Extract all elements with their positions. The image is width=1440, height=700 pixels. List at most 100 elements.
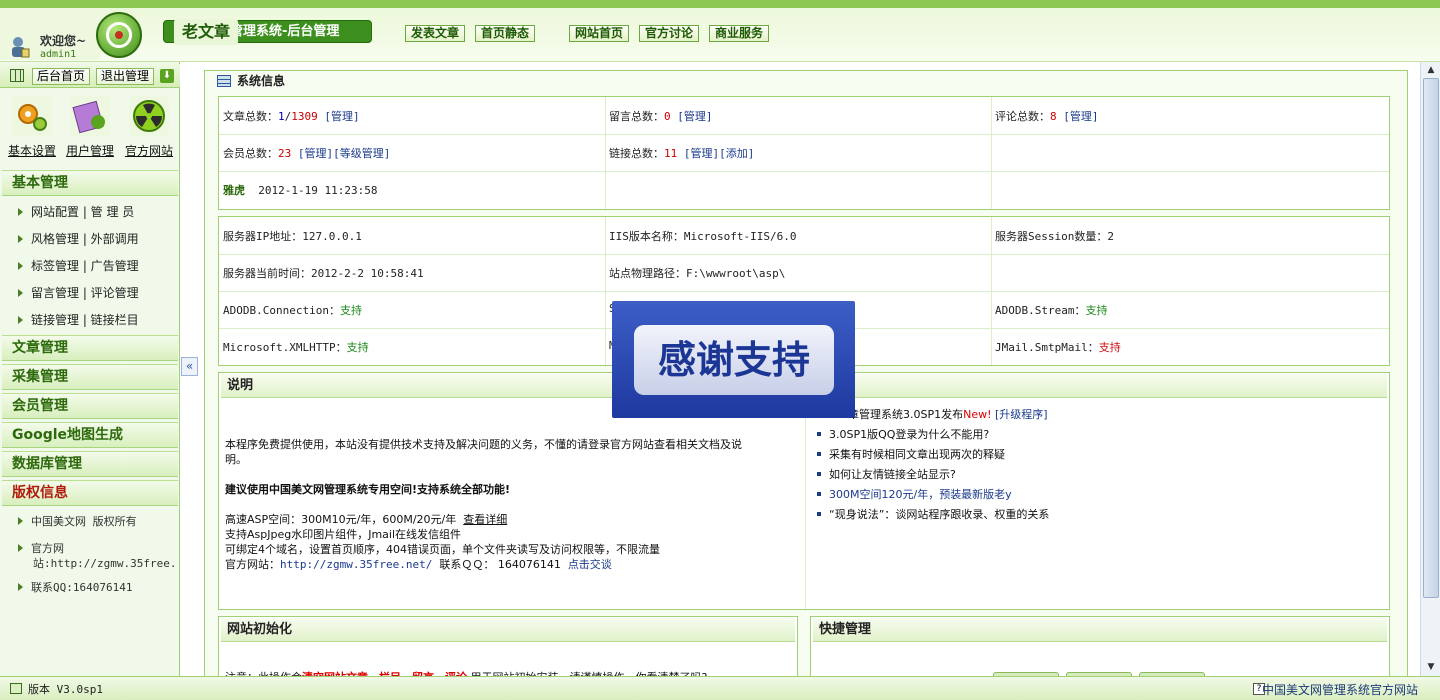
- section-copyright-info[interactable]: 版权信息: [2, 480, 178, 506]
- grid-icon: [10, 69, 24, 82]
- nav-publish-article[interactable]: 发表文章: [405, 25, 465, 42]
- message-count: 留言总数：0 [管理]: [609, 110, 713, 123]
- table-icon: [217, 75, 231, 87]
- view-details-link[interactable]: 查看详细: [463, 513, 507, 526]
- comment-manage-link[interactable]: [管理]: [1063, 110, 1098, 123]
- section-article-management[interactable]: 文章管理: [2, 335, 178, 361]
- sidebar-item-style[interactable]: 风格管理 | 外部调用: [18, 230, 139, 247]
- adodb-connection: ADODB.Connection：支持: [223, 304, 362, 317]
- comment-count: 评论总数：8 [管理]: [995, 110, 1099, 123]
- copyright-site-url: 站:http://zgmw.35free.net: [33, 557, 177, 570]
- news-item[interactable]: “现身说法”：谈网站程序跟收录、权重的关系: [817, 506, 1049, 522]
- click-chat-link[interactable]: 点击交谈: [568, 558, 612, 571]
- welcome-panel: 欢迎您~ admin1: [0, 8, 100, 60]
- iis-version: IIS版本名称：Microsoft-IIS/6.0: [609, 230, 797, 243]
- user-icon: [12, 37, 30, 58]
- scroll-thumb[interactable]: [1423, 78, 1439, 598]
- jmail: JMail.SmtpMail：支持: [995, 341, 1121, 354]
- message-manage-link[interactable]: [管理]: [677, 110, 712, 123]
- arrow-right-icon: [18, 207, 23, 216]
- quick-management-title: 快捷管理: [813, 618, 1387, 642]
- news-item[interactable]: 章管理系统3.0SP1发布New! [升级程序]: [848, 406, 1048, 422]
- top-header: 欢迎您~ admin1 管理系统-后台管理 老文章 发表文章 首页静态 网站首页…: [0, 0, 1440, 62]
- sidebar-item-messages[interactable]: 留言管理 | 评论管理: [18, 284, 139, 301]
- server-time: 服务器当前时间：2012-2-2 10:58:41: [223, 267, 424, 280]
- member-manage-link[interactable]: [管理][等级管理]: [298, 147, 391, 160]
- arrow-right-icon: [18, 315, 23, 324]
- quick-user-management[interactable]: 用户管理: [66, 142, 114, 159]
- logout-button[interactable]: 退出管理: [96, 68, 154, 85]
- notice-domains: 可绑定4个域名，设置首页顺序，404错误页面，单个文件夹读写及访问权限等，不限流…: [225, 543, 660, 556]
- link-manage-link[interactable]: [管理][添加]: [684, 147, 755, 160]
- news-list: 章管理系统3.0SP1发布New! [升级程序] 3.0SP1版QQ登录为什么不…: [811, 399, 1387, 609]
- news-item[interactable]: 3.0SP1版QQ登录为什么不能用?: [817, 426, 989, 442]
- arrow-right-icon: [18, 517, 23, 525]
- notice-hosting: 高速ASP空间：300M10元/年，600M/20元/年 查看详细: [225, 513, 508, 526]
- member-count: 会员总数：23 [管理][等级管理]: [223, 147, 391, 160]
- stats-box: 文章总数：1/1309 [管理] 留言总数：0 [管理] 评论总数：8 [管理]…: [218, 96, 1390, 210]
- sidebar-item-site-config[interactable]: 网站配置 | 管 理 员: [18, 203, 134, 220]
- scroll-up-icon[interactable]: ▲: [1423, 63, 1439, 77]
- official-url-link[interactable]: http://zgmw.35free.net/: [280, 558, 432, 571]
- notice-official: 官方网站：http://zgmw.35free.net/ 联系ＱＱ： 16407…: [225, 558, 612, 571]
- link-count: 链接总数：11 [管理][添加]: [609, 147, 755, 160]
- section-member-management[interactable]: 会员管理: [2, 393, 178, 419]
- copyright-qq: 联系QQ:164076141: [18, 579, 132, 595]
- news-item[interactable]: 300M空间120元/年，预装最新版老y: [817, 486, 1012, 502]
- admin-home-button[interactable]: 后台首页: [32, 68, 90, 85]
- official-site-link[interactable]: 中国美文网管理系统官方网站: [1262, 681, 1418, 698]
- sidebar-item-tags[interactable]: 标签管理 | 广告管理: [18, 257, 139, 274]
- section-collect-management[interactable]: 采集管理: [2, 364, 178, 390]
- nav-official-forum[interactable]: 官方讨论: [639, 25, 699, 42]
- arrow-right-icon: [18, 288, 23, 297]
- user-book-icon[interactable]: [70, 96, 110, 136]
- arrow-down-icon[interactable]: ⬇: [160, 69, 174, 83]
- version-icon: [10, 683, 22, 694]
- thanks-text: 感谢支持: [634, 325, 834, 395]
- admin-username: admin1: [40, 49, 77, 60]
- vertical-scrollbar[interactable]: ▲ ▼: [1420, 62, 1440, 676]
- login-time: 2012-1-19 11:23:58: [258, 184, 378, 197]
- nav-static-home[interactable]: 首页静态: [475, 25, 535, 42]
- arrow-right-icon: [18, 234, 23, 243]
- panel-title: 系统信息: [205, 71, 1407, 91]
- news-item[interactable]: 采集有时候相同文章出现两次的释疑: [817, 446, 1005, 462]
- article-manage-link[interactable]: [管理]: [324, 110, 359, 123]
- section-google-sitemap[interactable]: Google地图生成: [2, 422, 178, 448]
- sidebar-toolbar: 后台首页 退出管理 ⬇: [0, 64, 180, 88]
- collapse-sidebar-button[interactable]: «: [181, 357, 198, 376]
- section-database-management[interactable]: 数据库管理: [2, 451, 178, 477]
- article-count: 文章总数：1/1309 [管理]: [223, 110, 360, 123]
- system-title: 管理系统-后台管理 老文章: [163, 19, 372, 45]
- title-overlay: 老文章: [174, 19, 238, 45]
- copyright-owner: 中国美文网 版权所有: [18, 513, 137, 529]
- scroll-down-icon[interactable]: ▼: [1423, 660, 1439, 674]
- session-count: 服务器Session数量：2: [995, 230, 1114, 243]
- sidebar-item-links[interactable]: 链接管理 | 链接栏目: [18, 311, 139, 328]
- target-logo-icon: [96, 12, 142, 58]
- arrow-right-icon: [18, 583, 23, 591]
- radiation-icon[interactable]: [129, 96, 169, 136]
- notice-recommend: 建议使用中国美文网管理系统专用空间!支持系统全部功能!: [225, 483, 511, 496]
- notice-paragraph-1: 本程序免费提供使用，本站没有提供技术支持及解决问题的义务，不懂的请登录官方网站查…: [225, 438, 742, 451]
- xmlhttp: Microsoft.XMLHTTP：支持: [223, 341, 369, 354]
- adodb-stream: ADODB.Stream：支持: [995, 304, 1108, 317]
- login-user: 雅虎: [223, 184, 245, 197]
- sidebar: 后台首页 退出管理 ⬇ 基本设置 用户管理 官方网站 基本管理 网站配置 | 管…: [0, 62, 180, 676]
- copyright-site-label: 官方网: [18, 540, 64, 556]
- physical-path: 站点物理路径：F:\wwwroot\asp\: [609, 267, 786, 280]
- nav-site-home[interactable]: 网站首页: [569, 25, 629, 42]
- news-item[interactable]: 如何让友情链接全站显示?: [817, 466, 956, 482]
- notice-paragraph-1b: 明。: [225, 453, 247, 466]
- nav-business[interactable]: 商业服务: [709, 25, 769, 42]
- gears-icon[interactable]: [12, 96, 52, 136]
- thanks-overlay: 感谢支持: [612, 301, 855, 418]
- section-basic-management[interactable]: 基本管理: [2, 170, 178, 196]
- upgrade-link[interactable]: [升级程序]: [995, 408, 1048, 421]
- site-init-title: 网站初始化: [221, 618, 795, 642]
- notice-components: 支持AspJpeg水印图片组件，Jmail在线发信组件: [225, 528, 462, 541]
- quick-basic-settings[interactable]: 基本设置: [8, 142, 56, 159]
- footer: 版本 V3.0sp1 ? 中国美文网管理系统官方网站: [0, 676, 1440, 700]
- quick-official-site[interactable]: 官方网站: [125, 142, 173, 159]
- welcome-text: 欢迎您~: [40, 34, 87, 48]
